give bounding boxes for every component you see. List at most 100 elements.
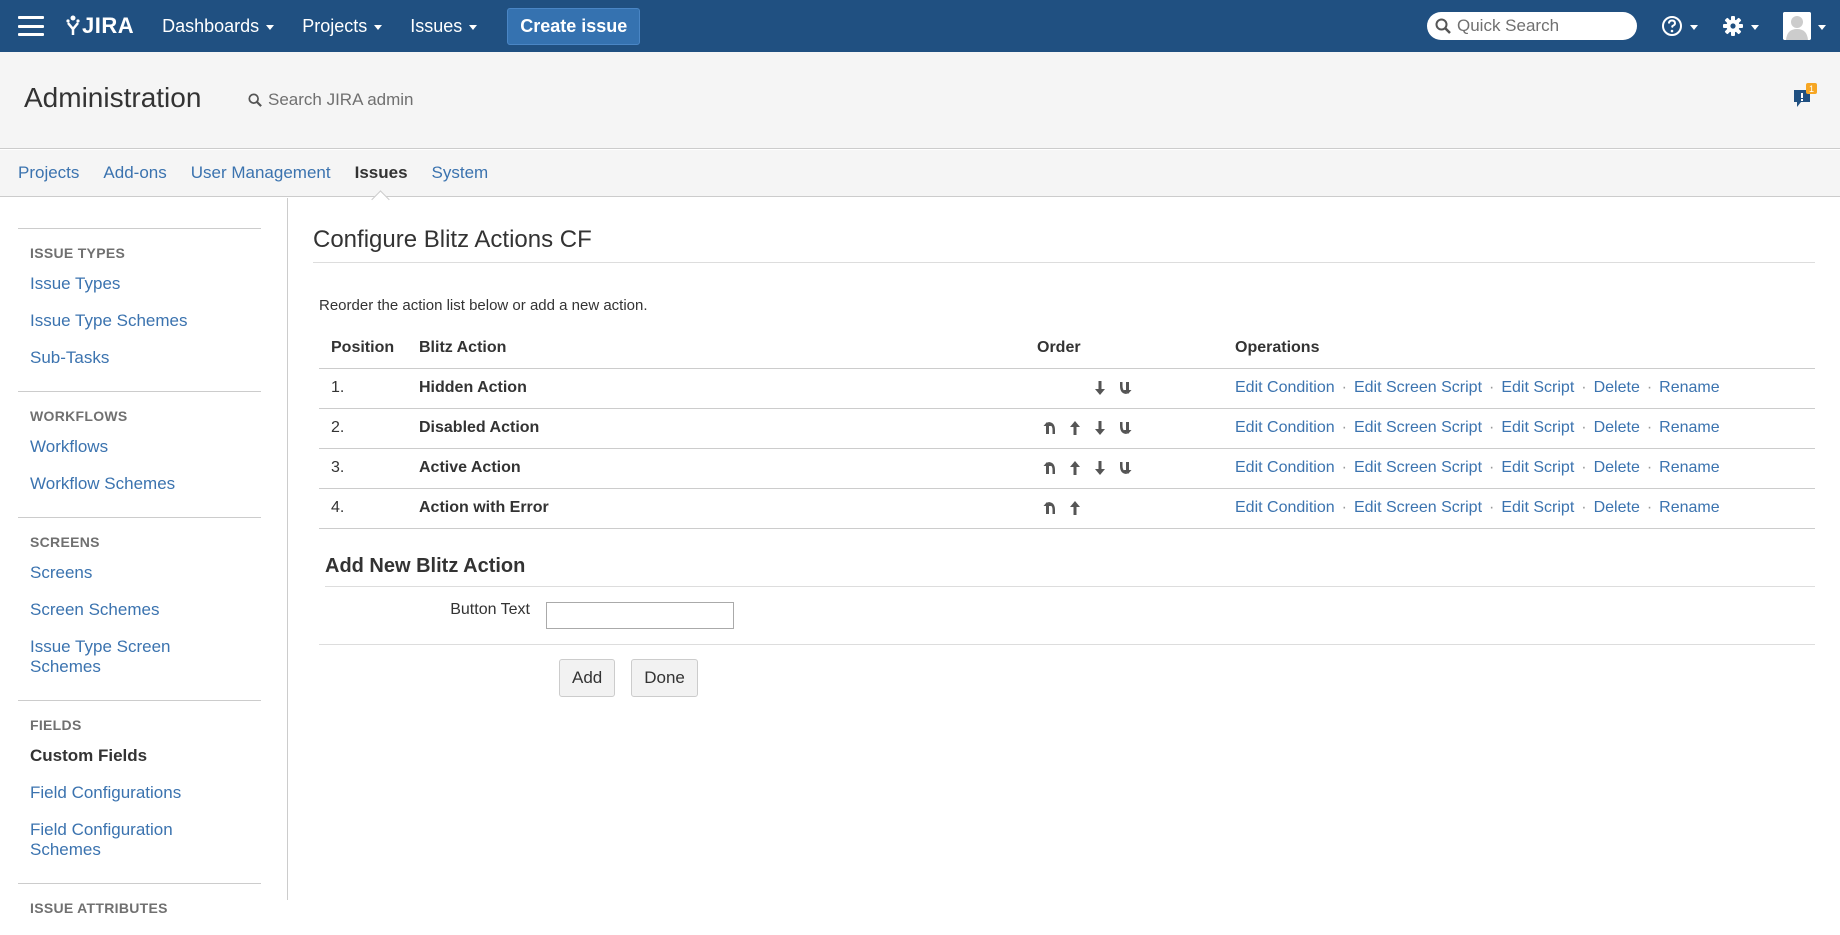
separator: ·: [1489, 379, 1495, 396]
separator: ·: [1581, 379, 1587, 396]
move-to-bottom-icon[interactable]: [1112, 460, 1137, 476]
tab-system[interactable]: System: [432, 163, 489, 183]
tab-user-management[interactable]: User Management: [191, 163, 331, 183]
move-to-top-icon[interactable]: [1037, 460, 1062, 476]
quick-search-input[interactable]: [1457, 16, 1627, 36]
add-button[interactable]: Add: [559, 658, 616, 697]
rename-link[interactable]: Rename: [1659, 459, 1719, 476]
edit-screen-script-link[interactable]: Edit Screen Script: [1354, 379, 1482, 396]
admin-search[interactable]: [248, 90, 468, 110]
user-menu[interactable]: [1783, 12, 1826, 40]
page-description: Reorder the action list below or add a n…: [319, 297, 648, 314]
sidebar-item-screen-schemes[interactable]: Screen Schemes: [30, 600, 261, 620]
move-down-icon[interactable]: [1087, 420, 1112, 436]
edit-script-link[interactable]: Edit Script: [1501, 379, 1574, 396]
cell-position: 4.: [319, 488, 407, 529]
tab-issues[interactable]: Issues: [355, 163, 408, 183]
move-up-icon[interactable]: [1062, 460, 1087, 476]
order-arrows: [1037, 500, 1137, 516]
search-icon: [248, 93, 262, 107]
delete-link[interactable]: Delete: [1594, 499, 1640, 516]
move-up-icon[interactable]: [1062, 420, 1087, 436]
cell-action-name: Active Action: [407, 448, 1025, 489]
separator: ·: [1581, 499, 1587, 516]
column-header-blitz-action: Blitz Action: [407, 328, 1025, 369]
top-navigation-bar: JIRA Dashboards Projects Issues Create i…: [0, 0, 1840, 52]
separator: ·: [1341, 379, 1347, 396]
sidebar-item-field-configuration-schemes[interactable]: Field Configuration Schemes: [30, 820, 200, 860]
main-nav: Dashboards Projects Issues: [148, 16, 491, 37]
sidebar-item-custom-fields[interactable]: Custom Fields: [30, 746, 261, 766]
create-issue-button[interactable]: Create issue: [507, 7, 641, 45]
sidebar-group-workflows: WORKFLOWS Workflows Workflow Schemes: [18, 391, 261, 517]
cell-action-name: Disabled Action: [407, 408, 1025, 449]
button-text-input[interactable]: [546, 601, 734, 629]
sidebar-item-issue-type-screen-schemes[interactable]: Issue Type Screen Schemes: [30, 637, 200, 677]
edit-condition-link[interactable]: Edit Condition: [1235, 379, 1335, 396]
cell-order: [1025, 408, 1223, 449]
sidebar-group-screens: SCREENS Screens Screen Schemes Issue Typ…: [18, 517, 261, 700]
delete-link[interactable]: Delete: [1594, 419, 1640, 436]
sidebar-heading: ISSUE TYPES: [30, 245, 126, 261]
sidebar-item-field-configurations[interactable]: Field Configurations: [30, 783, 261, 803]
separator: ·: [1646, 379, 1653, 396]
tab-add-ons[interactable]: Add-ons: [103, 163, 166, 183]
sidebar-item-sub-tasks[interactable]: Sub-Tasks: [30, 348, 261, 368]
separator: ·: [1646, 499, 1653, 516]
table-row: 3. Active Action Edit Condition · Edit Scree…: [319, 448, 1815, 489]
move-to-top-icon[interactable]: [1037, 500, 1062, 516]
move-down-icon[interactable]: [1087, 460, 1112, 476]
rename-link[interactable]: Rename: [1659, 499, 1719, 516]
edit-script-link[interactable]: Edit Script: [1501, 459, 1574, 476]
sidebar-heading: SCREENS: [30, 534, 100, 550]
cell-operations: Edit Condition · Edit Screen Script · Edit S…: [1223, 408, 1815, 449]
nav-projects[interactable]: Projects: [288, 16, 396, 37]
sidebar-item-issue-type-schemes[interactable]: Issue Type Schemes: [30, 311, 261, 331]
order-arrows: [1037, 420, 1137, 436]
quick-search-box[interactable]: [1427, 12, 1637, 40]
settings-menu[interactable]: [1722, 15, 1759, 37]
move-to-top-icon[interactable]: [1037, 420, 1062, 436]
edit-condition-link[interactable]: Edit Condition: [1235, 499, 1335, 516]
jira-logo[interactable]: JIRA: [66, 13, 134, 39]
cell-position: 1.: [319, 368, 407, 409]
edit-screen-script-link[interactable]: Edit Screen Script: [1354, 459, 1482, 476]
move-to-bottom-icon[interactable]: [1112, 380, 1137, 396]
table-row: 1. Hidden Action Edit Condition · Edit Scree…: [319, 368, 1815, 409]
delete-link[interactable]: Delete: [1594, 459, 1640, 476]
delete-link[interactable]: Delete: [1594, 379, 1640, 396]
edit-screen-script-link[interactable]: Edit Screen Script: [1354, 499, 1482, 516]
nav-issues[interactable]: Issues: [396, 16, 491, 37]
edit-screen-script-link[interactable]: Edit Screen Script: [1354, 419, 1482, 436]
feedback-button[interactable]: 1: [1792, 82, 1818, 115]
sidebar-item-issue-types[interactable]: Issue Types: [30, 274, 261, 294]
sidebar-item-workflows[interactable]: Workflows: [30, 437, 261, 457]
blitz-actions-table: Position Blitz Action Order Operations 1…: [319, 328, 1815, 529]
rename-link[interactable]: Rename: [1659, 419, 1719, 436]
move-down-icon[interactable]: [1087, 380, 1112, 396]
jira-logo-text: JIRA: [82, 13, 135, 38]
nav-dashboards[interactable]: Dashboards: [148, 16, 288, 37]
rename-link[interactable]: Rename: [1659, 379, 1719, 396]
done-button[interactable]: Done: [631, 658, 698, 697]
sidebar-item-workflow-schemes[interactable]: Workflow Schemes: [30, 474, 261, 494]
sidebar-heading: WORKFLOWS: [30, 408, 128, 424]
separator: ·: [1489, 459, 1495, 476]
admin-search-input[interactable]: [268, 90, 468, 110]
add-action-heading: Add New Blitz Action: [325, 555, 1815, 587]
tab-projects[interactable]: Projects: [18, 163, 79, 183]
sidebar-group-fields: FIELDS Custom Fields Field Configuration…: [18, 700, 261, 883]
help-menu[interactable]: [1661, 15, 1698, 37]
edit-condition-link[interactable]: Edit Condition: [1235, 419, 1335, 436]
page-title: Administration: [24, 82, 202, 113]
table-row: 4. Action with Error Edit Condition · Edit S…: [319, 488, 1815, 529]
move-to-bottom-icon[interactable]: [1112, 420, 1137, 436]
table-header-row: Position Blitz Action Order Operations: [319, 328, 1815, 369]
move-up-icon[interactable]: [1062, 500, 1087, 516]
edit-script-link[interactable]: Edit Script: [1501, 499, 1574, 516]
edit-script-link[interactable]: Edit Script: [1501, 419, 1574, 436]
cell-action-name: Action with Error: [407, 488, 1025, 529]
edit-condition-link[interactable]: Edit Condition: [1235, 459, 1335, 476]
sidebar-item-screens[interactable]: Screens: [30, 563, 261, 583]
app-switcher-menu-icon[interactable]: [18, 16, 44, 36]
